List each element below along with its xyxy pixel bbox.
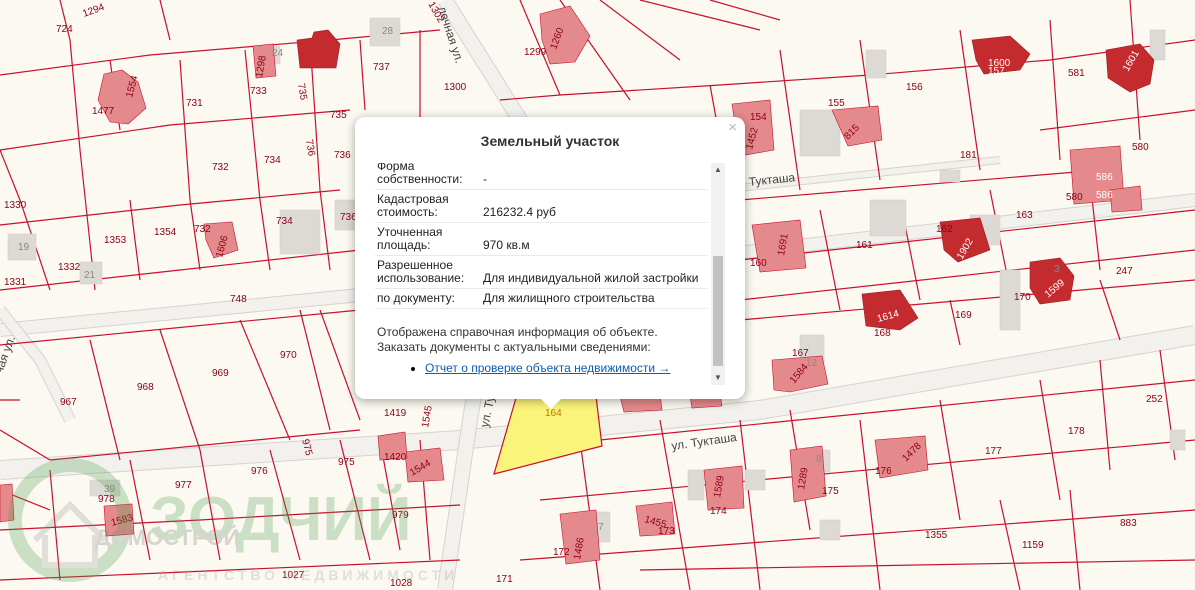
parcel-label: 8 (816, 454, 822, 465)
parcel-label: 1419 (384, 408, 407, 419)
parcel-label: 252 (1146, 394, 1163, 405)
attribute-label: Кадастровая стоимость: (375, 189, 479, 223)
parcel-label: 733 (250, 86, 267, 97)
parcel-label: 1354 (154, 227, 177, 238)
popup-title: Земельный участок (480, 133, 620, 149)
parcel-label: 970 (280, 350, 297, 361)
parcel-label: 734 (276, 216, 293, 227)
attribute-value: 970 кв.м (479, 222, 707, 256)
parcel-label: 586 (1096, 172, 1113, 183)
parcel-label: 155 (828, 98, 845, 109)
parcel-label: 12 (806, 358, 818, 369)
property-check-report-link[interactable]: Отчет о проверке объекта недвижимости → (425, 361, 670, 375)
parcel-info-popup: × Земельный участок Форма собственности:… (355, 117, 745, 409)
attribute-value: Для индивидуальной жилой застройки (479, 255, 707, 289)
attribute-row: по документу: Для жилищного строительств… (375, 288, 707, 309)
parcel-label: 24 (272, 48, 284, 59)
parcel-label: 581 (1068, 68, 1085, 79)
scroll-up-icon[interactable]: ▲ (711, 163, 725, 177)
attribute-label: Форма собственности: (375, 163, 479, 190)
parcel-label: 735 (330, 110, 347, 121)
parcel-label: 164 (545, 408, 562, 419)
parcel-label: 1353 (104, 235, 127, 246)
parcel-label: 161 (856, 240, 873, 251)
parcel-label: 1332 (58, 262, 81, 273)
parcel-label: 157 (988, 66, 1005, 77)
info-note: Отображена справочная информация об объе… (377, 325, 658, 354)
attribute-row: Разрешенное использование: Для индивидуа… (375, 255, 707, 289)
parcel-label: 732 (194, 224, 211, 235)
attribute-value: - (479, 163, 707, 190)
parcel-label: 734 (264, 155, 281, 166)
popup-pointer (540, 398, 562, 409)
parcel-label: 580 (1132, 142, 1149, 153)
parcel-label: 168 (874, 328, 891, 339)
parcel-label: 1477 (92, 106, 115, 117)
parcel-label: 1331 (4, 277, 27, 288)
report-links: Отчет о проверке объекта недвижимости → (375, 361, 707, 375)
parcel-label: 170 (1014, 292, 1031, 303)
parcel-label: 969 (212, 368, 229, 379)
parcel-label: 178 (1068, 426, 1085, 437)
parcel-label: 967 (60, 397, 77, 408)
parcel-label: 1159 (1022, 540, 1044, 551)
parcel-label: 1330 (4, 200, 27, 211)
watermark-agency: АГЕНТСТВО НЕДВИЖИМОСТИ (158, 567, 458, 583)
parcel-label: 1300 (444, 82, 467, 93)
parcel-label: 1299 (524, 47, 547, 58)
parcel-label: 247 (1116, 266, 1133, 277)
popup-scrollbar[interactable]: ▲ ▼ (711, 163, 725, 385)
attribute-value: 216232.4 руб (479, 189, 707, 223)
parcel-label: 160 (750, 258, 767, 269)
parcel-label: 748 (230, 294, 247, 305)
popup-content: Форма собственности: - Кадастровая стоим… (375, 163, 707, 375)
parcel-label: 883 (1120, 518, 1137, 529)
parcel-label: 724 (56, 24, 73, 35)
attribute-table: Форма собственности: - Кадастровая стоим… (375, 163, 707, 309)
parcel-label: 19 (18, 242, 30, 253)
parcel-label: 21 (84, 270, 96, 281)
parcel-label: 174 (710, 506, 727, 517)
attribute-label: Уточненная площадь: (375, 222, 479, 256)
parcel-label: 586 (1096, 190, 1113, 201)
parcel-label: 171 (496, 574, 513, 585)
parcel-label: 176 (875, 466, 892, 477)
attribute-label: по документу: (375, 288, 479, 309)
attribute-label: Разрешенное использование: (375, 255, 479, 289)
parcel-label: 172 (553, 547, 570, 558)
parcel-label: 177 (985, 446, 1002, 457)
parcel-label: 169 (955, 310, 972, 321)
parcel-label: 156 (906, 82, 923, 93)
attribute-value: Для жилищного строительства (479, 288, 707, 309)
parcel-label: 28 (382, 26, 394, 37)
list-item: Отчет о проверке объекта недвижимости → (425, 361, 707, 375)
parcel-label: 580 (1066, 192, 1083, 203)
parcel-label: 3 (1054, 264, 1060, 275)
parcel-label: 732 (212, 162, 229, 173)
parcel-label: 154 (750, 112, 767, 123)
parcel-label: 975 (338, 457, 355, 468)
parcel-label: 7 (598, 522, 604, 533)
watermark-sub: ДОМОСТРОЙ (95, 525, 239, 550)
parcel-label: 976 (251, 466, 268, 477)
scroll-thumb[interactable] (713, 256, 723, 366)
parcel-label: 175 (822, 486, 839, 497)
parcel-label: 181 (960, 150, 977, 161)
parcel-label: 731 (186, 98, 203, 109)
popup-scroll-area[interactable]: Форма собственности: - Кадастровая стоим… (375, 163, 725, 385)
attribute-row: Кадастровая стоимость: 216232.4 руб (375, 189, 707, 223)
parcel-label: 737 (373, 62, 390, 73)
parcel-label: 1420 (384, 452, 407, 463)
attribute-row: Уточненная площадь: 970 кв.м (375, 222, 707, 256)
parcel-label: 968 (137, 382, 154, 393)
parcel-label: 736 (334, 150, 351, 161)
parcel-label: 1355 (925, 530, 948, 541)
scroll-down-icon[interactable]: ▼ (711, 371, 725, 385)
parcel-label: 162 (936, 224, 953, 235)
parcel-label: 163 (1016, 210, 1033, 221)
attribute-row: Форма собственности: - (375, 163, 707, 190)
